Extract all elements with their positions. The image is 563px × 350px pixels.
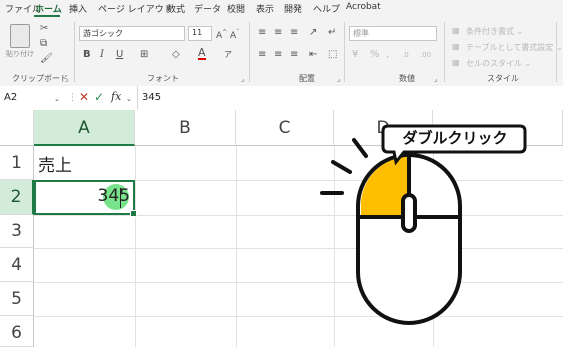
tab-page-layout[interactable]: ページ レイアウト bbox=[98, 2, 173, 15]
spreadsheet-grid: A B C D 1 2 3 4 5 6 売上 345 bbox=[0, 110, 563, 347]
fill-color-icon[interactable]: ◇ bbox=[172, 50, 180, 60]
dialog-launcher-icon[interactable]: ⌟ bbox=[241, 74, 244, 84]
ribbon: 貼り付け ✂ ⧉ 🖌 クリップボード ⌟ 游ゴシック 11 A^ Aˇ B I … bbox=[0, 18, 563, 87]
column-header-a[interactable]: A bbox=[34, 110, 135, 146]
italic-icon[interactable]: I bbox=[100, 50, 104, 60]
percent-icon[interactable]: % bbox=[370, 50, 380, 60]
decrease-font-icon[interactable]: Aˇ bbox=[230, 28, 239, 41]
row-header-6[interactable]: 6 bbox=[0, 316, 34, 347]
group-label-number: 数値 bbox=[399, 74, 415, 83]
bold-icon[interactable]: B bbox=[83, 50, 91, 60]
copy-icon[interactable]: ⧉ bbox=[40, 39, 47, 49]
active-tab-indicator bbox=[34, 15, 60, 17]
format-painter-icon[interactable]: 🖌 bbox=[40, 54, 53, 64]
tab-view[interactable]: 表示 bbox=[256, 2, 274, 15]
format-as-table-icon[interactable]: ▦ bbox=[452, 42, 460, 52]
align-middle-icon[interactable]: ≡ bbox=[274, 28, 282, 38]
group-label-alignment: 配置 bbox=[299, 74, 315, 83]
cell-styles-icon[interactable]: ▦ bbox=[452, 58, 460, 68]
enter-icon[interactable]: ✓ bbox=[94, 91, 104, 103]
align-bottom-icon[interactable]: ≡ bbox=[290, 28, 298, 38]
formula-input[interactable]: 345 bbox=[142, 90, 161, 106]
ribbon-separator bbox=[74, 22, 75, 82]
cut-icon[interactable]: ✂ bbox=[40, 24, 48, 34]
orientation-icon[interactable]: ↗ bbox=[309, 28, 317, 38]
font-name-dropdown[interactable]: 游ゴシック bbox=[79, 26, 185, 41]
chevron-down-icon[interactable]: ⌄ bbox=[126, 94, 132, 104]
borders-icon[interactable]: ⊞ bbox=[140, 50, 148, 60]
text-cursor bbox=[120, 188, 121, 208]
row-header-1[interactable]: 1 bbox=[0, 146, 34, 180]
merge-icon[interactable]: ⬚ bbox=[328, 50, 337, 60]
callout-text: ダブルクリック bbox=[402, 129, 508, 147]
mouse-illustration bbox=[320, 124, 527, 325]
row-header-2[interactable]: 2 bbox=[0, 180, 34, 215]
underline-icon[interactable]: U bbox=[116, 50, 123, 60]
increase-font-icon[interactable]: A^ bbox=[216, 28, 227, 41]
ribbon-separator bbox=[344, 22, 345, 82]
ribbon-separator bbox=[444, 22, 445, 82]
formula-divider bbox=[137, 86, 138, 110]
row-header-3[interactable]: 3 bbox=[0, 215, 34, 248]
insert-function-button[interactable]: fx bbox=[111, 91, 121, 102]
align-center-icon[interactable]: ≡ bbox=[274, 50, 282, 60]
more-options-icon: ⋮ bbox=[68, 93, 77, 103]
format-as-table-button[interactable]: テーブルとして書式設定 ⌄ bbox=[466, 43, 563, 53]
row-header-5[interactable]: 5 bbox=[0, 282, 34, 316]
tab-formulas[interactable]: 数式 bbox=[167, 2, 185, 15]
tab-acrobat[interactable]: Acrobat bbox=[346, 2, 381, 12]
ribbon-separator bbox=[249, 22, 250, 82]
mouse-icon bbox=[320, 138, 462, 325]
conditional-format-icon[interactable]: ▦ bbox=[452, 26, 460, 36]
currency-icon[interactable]: ¥ bbox=[352, 50, 358, 60]
number-format-dropdown[interactable]: 標準 bbox=[349, 26, 437, 41]
tab-data[interactable]: データ bbox=[194, 2, 221, 15]
dialog-launcher-icon[interactable]: ⌟ bbox=[337, 74, 340, 84]
indent-icon[interactable]: ⇤ bbox=[309, 50, 317, 60]
paste-icon[interactable] bbox=[10, 24, 30, 48]
select-all-corner[interactable] bbox=[0, 110, 34, 146]
fill-handle[interactable] bbox=[130, 210, 137, 217]
chevron-down-icon[interactable]: ⌄ bbox=[54, 94, 60, 104]
font-color-icon[interactable]: A bbox=[198, 47, 206, 60]
group-label-styles: スタイル bbox=[487, 74, 519, 83]
align-top-icon[interactable]: ≡ bbox=[258, 28, 266, 38]
align-right-icon[interactable]: ≡ bbox=[290, 50, 298, 60]
tab-home[interactable]: ホーム bbox=[35, 2, 62, 15]
ribbon-separator bbox=[556, 22, 557, 82]
decrease-decimal-icon[interactable]: .00 bbox=[420, 50, 431, 60]
row-header-4[interactable]: 4 bbox=[0, 248, 34, 282]
cancel-icon[interactable]: ✕ bbox=[79, 91, 89, 103]
dialog-launcher-icon[interactable]: ⌟ bbox=[434, 74, 437, 84]
font-more-icon[interactable]: ア bbox=[224, 50, 232, 60]
tab-help[interactable]: ヘルプ bbox=[313, 2, 340, 15]
comma-icon[interactable]: , bbox=[386, 50, 389, 60]
selected-cell-a2[interactable]: 345 bbox=[34, 180, 137, 217]
paste-label[interactable]: 貼り付け bbox=[6, 49, 34, 59]
cell-styles-button[interactable]: セルのスタイル ⌄ bbox=[466, 59, 531, 69]
tab-review[interactable]: 校閲 bbox=[227, 2, 245, 15]
tab-developer[interactable]: 開発 bbox=[284, 2, 302, 15]
group-label-font: フォント bbox=[147, 74, 179, 83]
formula-bar: A2 ⌄ ⋮ ✕ ✓ fx ⌄ 345 bbox=[0, 86, 563, 111]
cell-a2-value: 345 bbox=[97, 186, 130, 206]
font-size-dropdown[interactable]: 11 bbox=[188, 26, 212, 41]
align-left-icon[interactable]: ≡ bbox=[258, 50, 266, 60]
conditional-format-button[interactable]: 条件付き書式 ⌄ bbox=[466, 27, 523, 37]
cell-a1[interactable]: 売上 bbox=[38, 151, 72, 176]
column-header-b[interactable]: B bbox=[135, 110, 236, 146]
ribbon-tabs: ファイル ホーム 挿入 ページ レイアウト 数式 データ 校閲 表示 開発 ヘル… bbox=[0, 0, 563, 18]
tab-insert[interactable]: 挿入 bbox=[69, 2, 87, 15]
wrap-text-icon[interactable]: ↵ bbox=[328, 28, 336, 38]
increase-decimal-icon[interactable]: .0 bbox=[402, 50, 409, 60]
dialog-launcher-icon[interactable]: ⌟ bbox=[65, 74, 68, 84]
group-label-clipboard: クリップボード bbox=[12, 74, 68, 83]
